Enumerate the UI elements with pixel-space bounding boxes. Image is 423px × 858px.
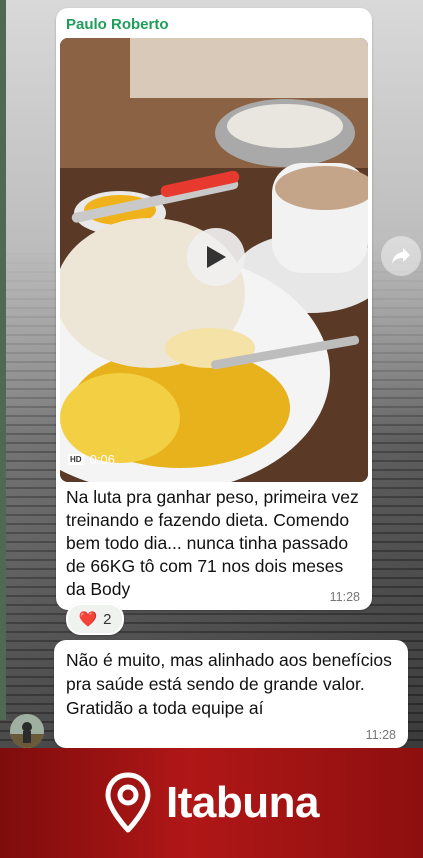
- avatar[interactable]: [10, 714, 44, 748]
- play-button[interactable]: [187, 228, 245, 286]
- forward-button[interactable]: [381, 236, 421, 276]
- message-time: 11:28: [365, 728, 396, 742]
- message-bubble-video[interactable]: Paulo Roberto HD 0:06 Na luta pra ganhar…: [56, 8, 372, 610]
- message-text: Não é muito, mas alinhado aos benefícios…: [66, 650, 392, 718]
- hd-icon: HD: [68, 454, 84, 465]
- location-pin-icon: [105, 772, 151, 833]
- play-icon: [207, 246, 226, 268]
- video-duration: 0:06: [89, 452, 115, 467]
- video-meta: HD 0:06: [68, 452, 115, 467]
- sender-name[interactable]: Paulo Roberto: [66, 16, 169, 33]
- message-text: Na luta pra ganhar peso, primeira vez tr…: [66, 487, 359, 599]
- message-bubble-text[interactable]: Não é muito, mas alinhado aos benefícios…: [54, 640, 408, 748]
- forward-icon: [392, 248, 410, 264]
- reaction-badge[interactable]: ❤️ 2: [66, 603, 124, 635]
- heart-icon: ❤️: [78, 611, 98, 628]
- chat-edge: [0, 0, 6, 720]
- city-name: Itabuna: [166, 778, 319, 827]
- message-time: 11:28: [329, 590, 360, 604]
- avatar-photo: [10, 714, 44, 748]
- video-thumbnail[interactable]: HD 0:06: [60, 38, 368, 482]
- location-banner: Itabuna: [0, 748, 423, 858]
- reaction-count: 2: [103, 610, 112, 628]
